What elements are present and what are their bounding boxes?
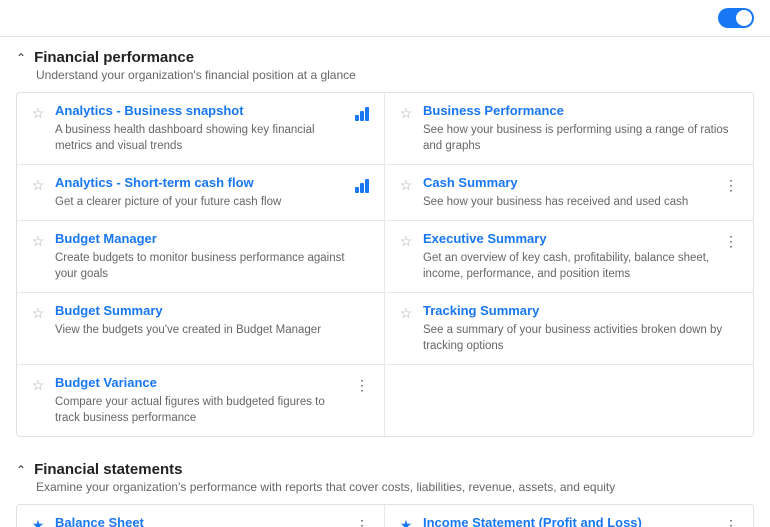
more-menu-icon[interactable]: ⋮ (721, 515, 741, 527)
report-item: ☆ Analytics - Business snapshot A business… (17, 93, 385, 165)
report-item-empty (385, 365, 753, 436)
report-name[interactable]: Budget Manager (55, 231, 366, 248)
report-description: A business health dashboard showing key … (55, 122, 346, 154)
section-description: Understand your organization's financial… (36, 68, 754, 82)
report-item: ★ Balance SheetSee a snapshot of your org… (17, 505, 385, 527)
report-description: See a summary of your business activitie… (423, 322, 735, 354)
more-menu-icon[interactable]: ⋮ (721, 231, 741, 251)
more-menu-icon[interactable]: ⋮ (352, 375, 372, 395)
report-item: ★ Income Statement (Profit and Loss)See a… (385, 505, 753, 527)
report-name[interactable]: Income Statement (Profit and Loss) (423, 515, 715, 527)
report-text: Tracking Summary See a summary of your bu… (423, 303, 735, 354)
report-description: Create budgets to monitor business perfo… (55, 250, 366, 282)
more-menu-icon[interactable]: ⋮ (352, 515, 372, 527)
report-name[interactable]: Executive Summary (423, 231, 715, 248)
toggle-knob (736, 10, 752, 26)
report-text: Analytics - Business snapshot A business … (55, 103, 346, 154)
report-actions: ⋮ (352, 375, 372, 395)
report-item: ☆ Budget Variance Compare your actual figu… (17, 365, 385, 436)
section-financial-statements: ⌃ Financial statements Examine your organi… (16, 461, 754, 527)
main-content: ⌃ Financial performance Understand your or… (0, 37, 770, 527)
star-icon[interactable]: ☆ (397, 176, 415, 194)
star-icon[interactable]: ☆ (397, 304, 415, 322)
star-icon[interactable]: ☆ (29, 304, 47, 322)
report-name[interactable]: Analytics - Short-term cash flow (55, 175, 346, 192)
report-text: Balance SheetSee a snapshot of your orga… (55, 515, 346, 527)
report-actions: ⋮ (721, 515, 741, 527)
bar-chart-icon[interactable] (352, 103, 372, 123)
top-bar (0, 0, 770, 37)
reports-grid: ★ Balance SheetSee a snapshot of your org… (16, 504, 754, 527)
star-active-icon[interactable]: ★ (397, 516, 415, 527)
section-chevron-icon[interactable]: ⌃ (16, 51, 26, 65)
report-name[interactable]: Tracking Summary (423, 303, 735, 320)
section-header-financial-statements: ⌃ Financial statements (16, 461, 754, 478)
report-actions: ⋮ (352, 515, 372, 527)
report-description: See how your business has received and u… (423, 194, 715, 210)
report-actions: ⋮ (721, 175, 741, 195)
report-description: Get an overview of key cash, profitabili… (423, 250, 715, 282)
report-text: Analytics - Short-term cash flow Get a cl… (55, 175, 346, 210)
report-actions (352, 175, 372, 195)
report-name[interactable]: Cash Summary (423, 175, 715, 192)
show-descriptions-control (710, 8, 754, 28)
section-financial-performance: ⌃ Financial performance Understand your or… (16, 49, 754, 437)
more-menu-icon[interactable]: ⋮ (721, 175, 741, 195)
section-title: Financial statements (34, 461, 182, 478)
report-name[interactable]: Budget Summary (55, 303, 366, 320)
star-icon[interactable]: ☆ (397, 232, 415, 250)
report-text: Income Statement (Profit and Loss)See a … (423, 515, 715, 527)
report-item: ☆ Budget Manager Create budgets to monitor… (17, 221, 385, 293)
report-text: Executive Summary Get an overview of key … (423, 231, 715, 282)
report-item: ☆ Tracking Summary See a summary of your b… (385, 293, 753, 365)
report-name[interactable]: Business Performance (423, 103, 735, 120)
star-icon[interactable]: ☆ (397, 104, 415, 122)
reports-grid: ☆ Analytics - Business snapshot A business… (16, 92, 754, 437)
report-item: ☆ Business Performance See how your busine… (385, 93, 753, 165)
report-text: Budget Summary View the budgets you've cr… (55, 303, 366, 338)
star-icon[interactable]: ☆ (29, 176, 47, 194)
report-description: Compare your actual figures with budgete… (55, 394, 346, 426)
report-description: View the budgets you've created in Budge… (55, 322, 366, 338)
report-name[interactable]: Analytics - Business snapshot (55, 103, 346, 120)
section-description: Examine your organization's performance … (36, 480, 754, 494)
report-text: Budget Variance Compare your actual figur… (55, 375, 346, 426)
star-active-icon[interactable]: ★ (29, 516, 47, 527)
report-description: Get a clearer picture of your future cas… (55, 194, 346, 210)
report-name[interactable]: Balance Sheet (55, 515, 346, 527)
section-header-financial-performance: ⌃ Financial performance (16, 49, 754, 66)
report-name[interactable]: Budget Variance (55, 375, 346, 392)
section-title: Financial performance (34, 49, 194, 66)
report-text: Business Performance See how your busines… (423, 103, 735, 154)
section-chevron-icon[interactable]: ⌃ (16, 463, 26, 477)
bar-chart-icon[interactable] (352, 175, 372, 195)
report-actions: ⋮ (721, 231, 741, 251)
star-icon[interactable]: ☆ (29, 104, 47, 122)
report-text: Budget Manager Create budgets to monitor … (55, 231, 366, 282)
report-item: ☆ Executive Summary Get an overview of key… (385, 221, 753, 293)
report-actions (352, 103, 372, 123)
report-description: See how your business is performing usin… (423, 122, 735, 154)
star-icon[interactable]: ☆ (29, 376, 47, 394)
report-item: ☆ Cash Summary See how your business has r… (385, 165, 753, 221)
show-descriptions-toggle[interactable] (718, 8, 754, 28)
report-item: ☆ Budget Summary View the budgets you've c… (17, 293, 385, 365)
star-icon[interactable]: ☆ (29, 232, 47, 250)
report-item: ☆ Analytics - Short-term cash flow Get a c… (17, 165, 385, 221)
report-text: Cash Summary See how your business has re… (423, 175, 715, 210)
